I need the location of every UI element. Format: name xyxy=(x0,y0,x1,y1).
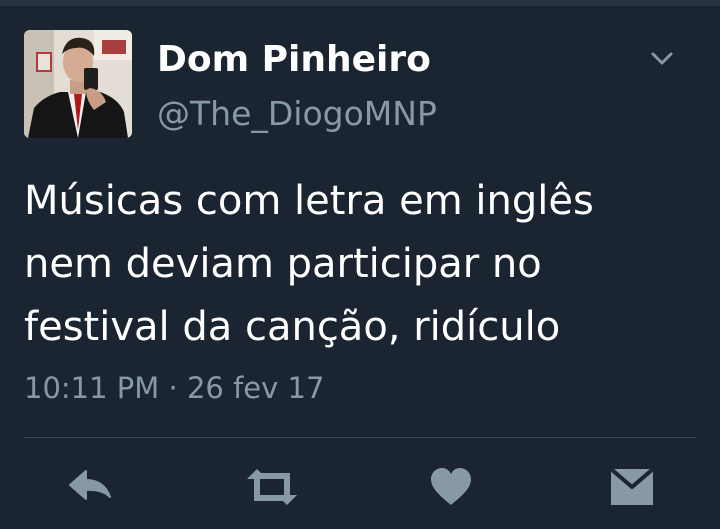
reply-icon xyxy=(69,470,111,500)
tweet-text-line: festival da canção, ridículo xyxy=(24,304,561,350)
top-edge-bar xyxy=(0,0,720,6)
avatar-photo xyxy=(24,30,132,138)
divider xyxy=(24,437,696,438)
retweet-icon xyxy=(247,469,297,505)
tweet-time: 10:11 PM xyxy=(24,371,160,405)
user-handle[interactable]: @The_DiogoMNP xyxy=(157,92,437,136)
like-button[interactable] xyxy=(426,462,476,512)
avatar[interactable] xyxy=(24,30,132,138)
chevron-down-icon[interactable] xyxy=(648,44,676,72)
retweet-button[interactable] xyxy=(245,462,299,512)
tweet-date: 26 fev 17 xyxy=(186,371,325,405)
tweet-text-line: nem deviam participar no xyxy=(24,241,542,287)
meta-separator: · xyxy=(168,371,178,405)
display-name[interactable]: Dom Pinheiro xyxy=(157,38,431,82)
tweet-text: Músicas com letra em inglês nem deviam p… xyxy=(24,170,704,359)
heart-icon xyxy=(431,468,471,505)
tweet-text-line: Músicas com letra em inglês xyxy=(24,178,594,224)
reply-button[interactable] xyxy=(65,462,115,512)
direct-message-button[interactable] xyxy=(607,462,657,512)
envelope-icon xyxy=(609,467,655,505)
tweet-timestamp[interactable]: 10:11 PM · 26 fev 17 xyxy=(24,366,324,410)
